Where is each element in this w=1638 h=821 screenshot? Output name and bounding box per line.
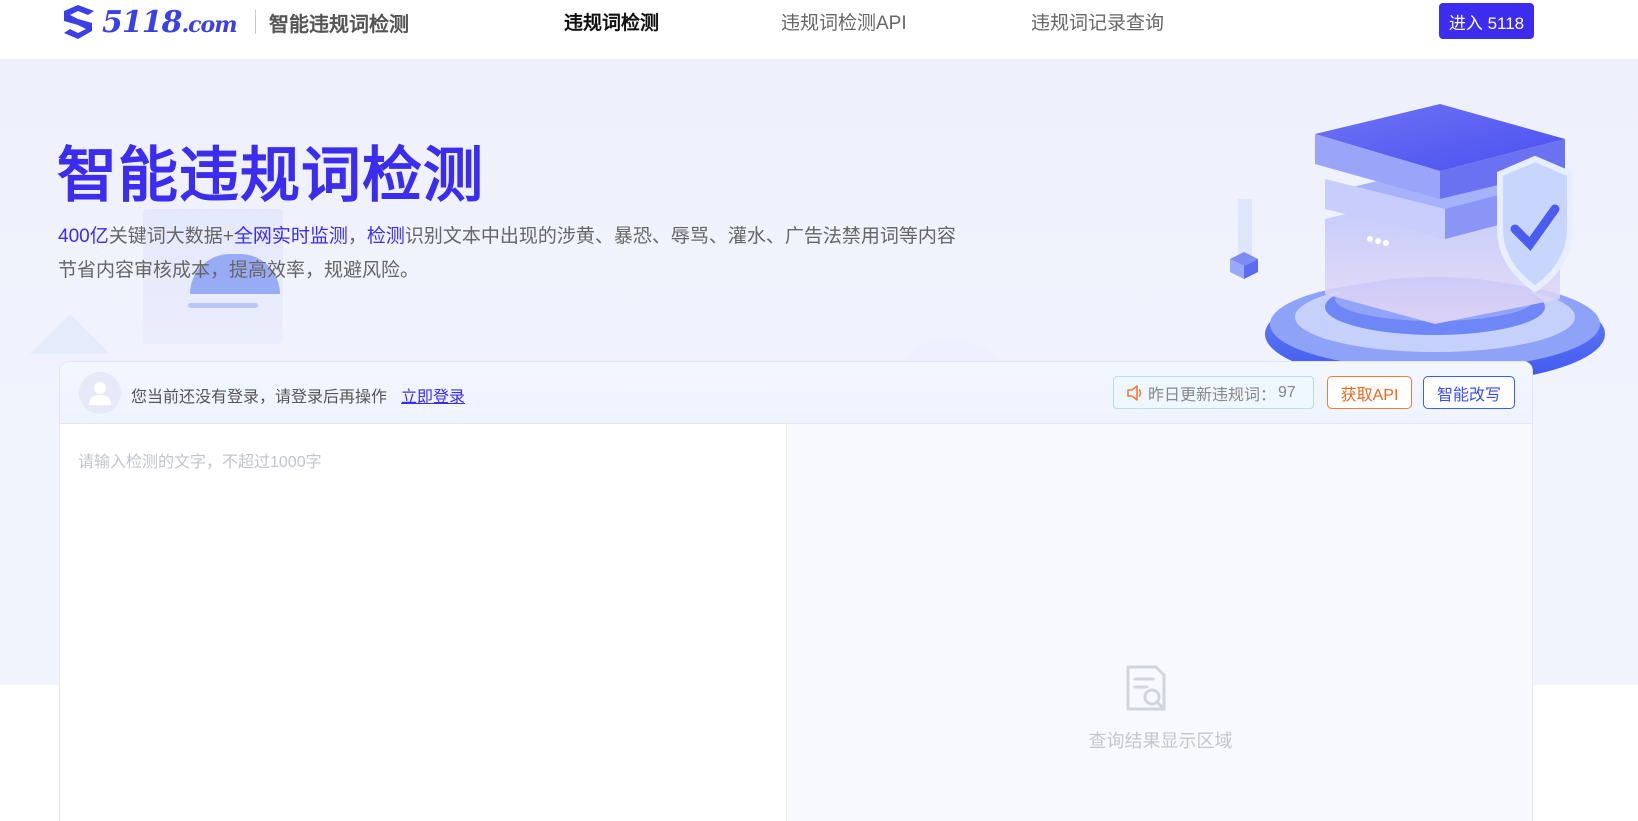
logo[interactable]: 5118.com <box>58 2 238 42</box>
enter-5118-button[interactable]: 进入 5118 <box>1439 3 1534 39</box>
logo-divider <box>255 10 256 34</box>
update-count-badge: 昨日更新违规词： 97 <box>1113 376 1314 409</box>
login-tip: 您当前还没有登录，请登录后再操作 <box>131 389 388 406</box>
update-count: 97 <box>1278 383 1296 401</box>
nav-item-detection[interactable]: 违规词检测 <box>564 8 659 35</box>
header: 5118.com 智能违规词检测 违规词检测 违规词检测API 违规词记录查询 … <box>0 0 1638 59</box>
page: 5118.com 智能违规词检测 违规词检测 违规词检测API 违规词记录查询 … <box>0 0 1638 821</box>
site-name: 智能违规词检测 <box>269 14 409 36</box>
avatar[interactable] <box>79 372 121 414</box>
text-input[interactable] <box>60 424 787 821</box>
detection-panel: 您当前还没有登录，请登录后再操作 立即登录 昨日更新违规词： 97 获取API … <box>59 361 1533 821</box>
hero-description-line1: 400亿关键词大数据+全网实时监测，检测识别文本中出现的涉黄、暴恐、辱骂、灌水、… <box>58 226 956 247</box>
get-api-button[interactable]: 获取API <box>1327 376 1412 409</box>
result-placeholder: 查询结果显示区域 <box>1088 731 1233 751</box>
decor-bar <box>188 303 258 308</box>
avatar-user-icon <box>89 382 111 405</box>
panel-toolbar: 您当前还没有登录，请登录后再操作 立即登录 昨日更新违规词： 97 获取API … <box>60 362 1532 424</box>
hero-description-line2: 节省内容审核成本，提高效率，规避风险。 <box>58 260 420 281</box>
smart-rewrite-button[interactable]: 智能改写 <box>1423 376 1515 409</box>
nav-item-record-query[interactable]: 违规词记录查询 <box>1031 8 1164 35</box>
nav-item-detection-api[interactable]: 违规词检测API <box>781 8 907 35</box>
result-area: 查询结果显示区域 <box>787 424 1532 821</box>
login-link[interactable]: 立即登录 <box>401 383 465 407</box>
document-search-icon <box>1126 665 1166 711</box>
update-label: 昨日更新违规词： <box>1148 386 1277 404</box>
logo-mark-icon <box>64 5 94 39</box>
decor-triangle <box>30 314 110 354</box>
logo-text: 5118.com <box>102 4 238 40</box>
hero-title: 智能违规词检测 <box>57 142 484 209</box>
speaker-icon <box>1127 384 1142 401</box>
